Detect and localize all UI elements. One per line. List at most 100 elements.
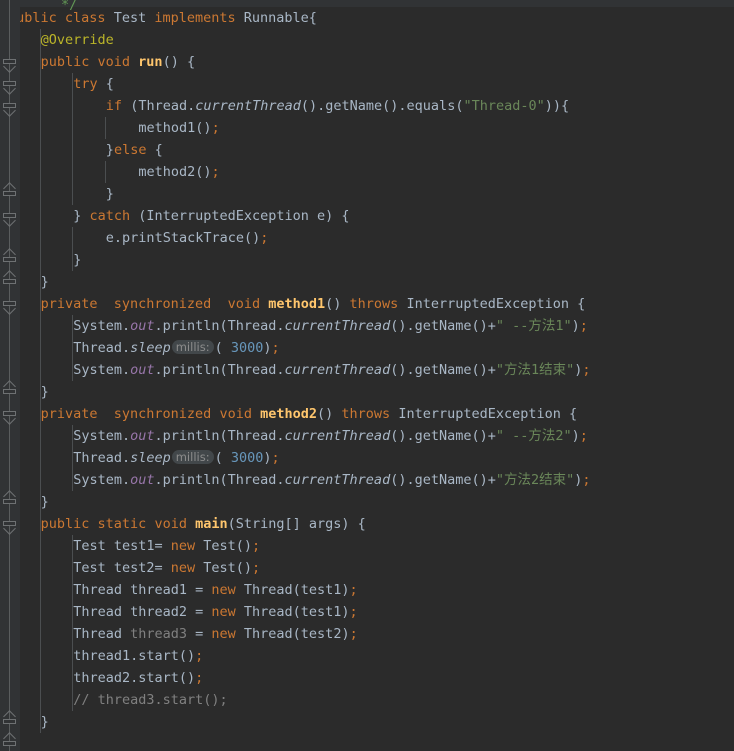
inlay-parameter-hint-millis[interactable]: millis: (171, 340, 214, 354)
code-token: currentThread (284, 318, 391, 334)
code-fold-marker-down[interactable] (3, 209, 16, 227)
code-fold-marker-down[interactable] (3, 77, 16, 95)
code-line[interactable]: System.out.println(Thread.currentThread(… (0, 469, 734, 491)
code-token: () (195, 120, 212, 136)
code-token: private (40, 406, 98, 422)
code-fold-marker-down[interactable] (3, 407, 16, 425)
code-token: thread1.start() (73, 648, 196, 664)
code-token: Thread thread1 = (73, 582, 212, 598)
code-fold-marker-up[interactable] (3, 248, 16, 266)
code-token: ; (579, 428, 588, 444)
code-fold-marker-up[interactable] (3, 380, 16, 398)
code-line[interactable]: } (0, 491, 734, 513)
code-line[interactable]: Thread.sleep millis:( 3000); (0, 447, 734, 469)
code-fold-marker-up[interactable] (3, 270, 16, 288)
code-token: sleep (130, 450, 171, 466)
code-line[interactable]: public void run() { (0, 51, 734, 73)
code-fold-marker-up[interactable] (3, 710, 16, 728)
code-token: out (130, 428, 155, 444)
code-token: new (211, 604, 236, 620)
code-token: out (130, 362, 155, 378)
code-line[interactable]: System.out.println(Thread.currentThread(… (0, 315, 734, 337)
code-token: Runnable{ (243, 10, 317, 26)
code-token: "方法2结束" (495, 472, 575, 488)
code-token: " --方法2" (495, 428, 572, 444)
code-fold-marker-up[interactable] (3, 490, 16, 508)
code-line[interactable]: public static void main(String[] args) { (0, 513, 734, 535)
code-line[interactable]: System.out.println(Thread.currentThread(… (0, 359, 734, 381)
code-line[interactable]: thread1.start(); (0, 645, 734, 667)
code-token: @Override (40, 32, 114, 48)
code-line[interactable]: e.printStackTrace(); (0, 227, 734, 249)
code-line[interactable]: } catch (InterruptedException e) { (0, 205, 734, 227)
code-token: ().getName()+ (390, 428, 496, 444)
code-token: Thread(test1) (235, 604, 350, 620)
code-token: ) (571, 428, 580, 444)
code-token: ) (571, 318, 580, 334)
code-line[interactable]: method2(); (0, 161, 734, 183)
code-token: () { (162, 54, 196, 70)
code-token: ; (582, 362, 591, 378)
code-token: method1 (138, 120, 196, 136)
code-line[interactable]: } (0, 271, 734, 293)
editor-top-shade (20, 0, 734, 7)
code-token: ) (263, 450, 272, 466)
code-fold-marker-up[interactable] (3, 732, 16, 750)
code-token: = (187, 626, 212, 642)
code-token: currentThread (195, 98, 301, 114)
code-token: } (40, 384, 49, 400)
code-line[interactable]: } (0, 711, 734, 733)
code-token: .println(Thread. (154, 472, 285, 488)
code-line[interactable]: } (0, 381, 734, 403)
code-line[interactable]: }else { (0, 139, 734, 161)
code-line[interactable]: Thread thread1 = new Thread(test1); (0, 579, 734, 601)
code-token: void (97, 54, 131, 70)
code-token: new (170, 538, 196, 554)
editor-gutter[interactable] (0, 0, 20, 751)
code-line[interactable]: private synchronized void method2() thro… (0, 403, 734, 425)
code-editor[interactable]: */ public class Test implements Runnable… (0, 0, 734, 751)
code-line[interactable]: // thread3.start(); (0, 689, 734, 711)
code-token: } (73, 208, 90, 224)
code-token: InterruptedException { (398, 296, 586, 312)
code-token: (String[] args) { (227, 516, 366, 532)
code-line[interactable]: } (0, 183, 734, 205)
code-token: ; (211, 164, 220, 180)
code-line[interactable]: Test test1= new Test(); (0, 535, 734, 557)
code-token: Thread (73, 626, 131, 642)
code-line[interactable]: @Override (0, 29, 734, 51)
code-line[interactable]: System.out.println(Thread.currentThread(… (0, 425, 734, 447)
code-token: } (73, 252, 82, 268)
code-line[interactable]: thread2.start(); (0, 667, 734, 689)
code-line[interactable]: Thread.sleep millis:( 3000); (0, 337, 734, 359)
code-line[interactable]: Thread thread2 = new Thread(test1); (0, 601, 734, 623)
code-line[interactable]: if (Thread.currentThread().getName().equ… (0, 95, 734, 117)
code-line[interactable]: Thread thread3 = new Thread(test2); (0, 623, 734, 645)
code-fold-marker-down[interactable] (3, 55, 16, 73)
code-fold-marker-down[interactable] (3, 297, 16, 315)
code-token: Thread(test1) (235, 582, 350, 598)
code-fold-marker-up[interactable] (3, 182, 16, 200)
code-line[interactable]: } (0, 733, 734, 751)
code-line[interactable]: method1(); (0, 117, 734, 139)
code-line[interactable]: public class Test implements Runnable{ (0, 7, 734, 29)
code-line[interactable]: Test test2= new Test(); (0, 557, 734, 579)
code-token: // thread3.start(); (73, 692, 228, 708)
code-token: new (170, 560, 196, 576)
code-fold-marker-down[interactable] (3, 99, 16, 117)
code-fold-marker-down[interactable] (3, 517, 16, 535)
code-line[interactable]: } (0, 249, 734, 271)
inlay-parameter-hint-millis[interactable]: millis: (171, 450, 214, 464)
code-token: sleep (130, 340, 171, 356)
code-line[interactable]: try { (0, 73, 734, 95)
code-token: ; (211, 120, 220, 136)
code-token: () (325, 296, 350, 312)
code-token: ; (271, 450, 280, 466)
code-line[interactable]: private synchronized void method1() thro… (0, 293, 734, 315)
code-token: ; (195, 648, 204, 664)
